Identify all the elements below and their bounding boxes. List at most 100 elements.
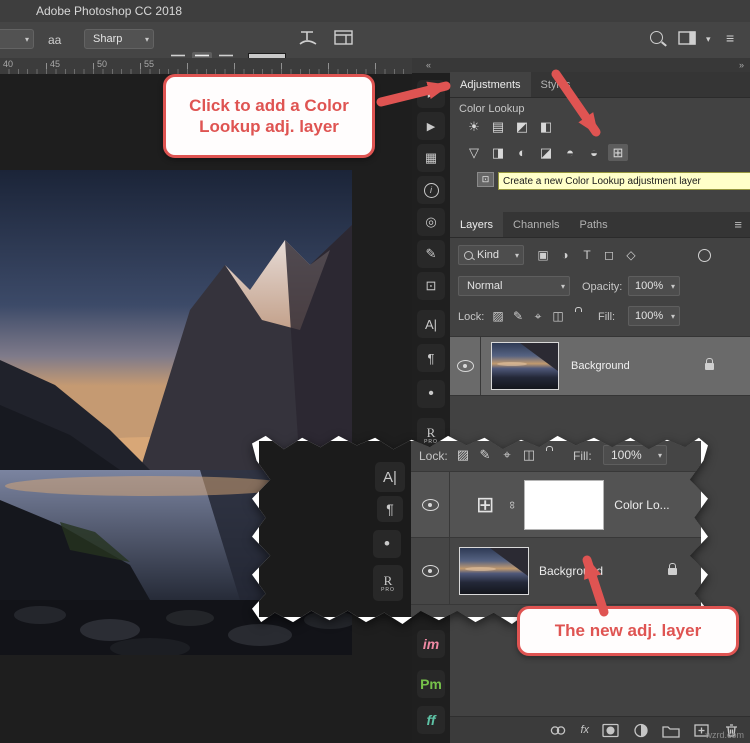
dock-ff-extension-button[interactable]: ff: [417, 706, 445, 734]
dock-character-button[interactable]: A|: [417, 310, 445, 338]
warp-text-button[interactable]: [298, 28, 318, 51]
toggle-panels-button[interactable]: [334, 30, 353, 49]
filter-smart-objects-icon[interactable]: ◇: [622, 246, 640, 264]
tab-paths[interactable]: Paths: [570, 212, 618, 237]
window-title: Adobe Photoshop CC 2018: [36, 4, 183, 18]
dock-clone-source-button[interactable]: ⊡: [417, 272, 445, 300]
lock-position-icon[interactable]: ⌖: [530, 308, 546, 324]
fill-field[interactable]: 100% ▾: [628, 306, 680, 326]
eye-icon[interactable]: [421, 499, 439, 511]
tab-layers[interactable]: Layers: [450, 212, 504, 237]
inset-layer-row-background[interactable]: Background: [411, 537, 701, 605]
layer-row-background[interactable]: Background: [450, 336, 750, 396]
search-icon[interactable]: [650, 31, 663, 44]
inset-lock-artboard-icon[interactable]: ◫: [521, 447, 537, 463]
exposure-icon[interactable]: ◧: [536, 118, 556, 135]
color-lookup-icon[interactable]: ⊞: [608, 144, 628, 161]
inset-lock-position-icon[interactable]: ⌖: [499, 447, 515, 463]
clone-source-icon: ⊡: [425, 278, 437, 293]
black-white-icon[interactable]: ◪: [536, 144, 556, 161]
options-menu-icon[interactable]: ≡: [726, 30, 734, 46]
mask-link-icon[interactable]: ∞: [506, 501, 518, 509]
lock-transparent-pixels-icon[interactable]: ▨: [490, 308, 506, 324]
dock-brush-settings-button[interactable]: ✎: [417, 240, 445, 268]
dock-info-button[interactable]: i: [417, 176, 445, 204]
filter-adjustment-layers-icon[interactable]: ◑: [556, 246, 574, 264]
inset-paragraph-icon[interactable]: ¶: [377, 496, 403, 522]
anti-alias-dropdown[interactable]: Sharp ▾: [84, 29, 154, 49]
callout-top-text: Click to add a Color Lookup adj. layer: [189, 95, 349, 136]
dock-properties-button[interactable]: ◎: [417, 208, 445, 236]
inset-paragraph-styles-icon[interactable]: •: [373, 530, 401, 558]
chevron-down-icon[interactable]: ▾: [706, 34, 711, 45]
levels-icon[interactable]: ▤: [488, 118, 508, 135]
lock-image-pixels-icon[interactable]: ✎: [510, 308, 526, 324]
filter-shape-layers-icon[interactable]: ◻: [600, 246, 618, 264]
inset-layer-row-color-lookup[interactable]: ⊞ ∞ Color Lo...: [411, 471, 701, 538]
dock-pm-extension-button[interactable]: Pm: [417, 670, 445, 698]
dock-paragraph-styles-button[interactable]: •: [417, 380, 445, 408]
opacity-value: 100%: [635, 280, 664, 292]
eye-icon[interactable]: [456, 360, 474, 372]
inset-lock-paint-icon[interactable]: ✎: [477, 447, 493, 463]
layer-style-fx-icon[interactable]: fx: [580, 724, 589, 736]
dock-paragraph-button[interactable]: ¶: [417, 344, 445, 372]
opacity-field[interactable]: 100% ▾: [628, 276, 680, 296]
horizontal-ruler[interactable]: 40 45 50 55: [0, 58, 412, 75]
layer-mask-thumbnail[interactable]: [524, 480, 605, 530]
history-icon: ▸: [427, 86, 435, 101]
new-adjustment-layer-icon[interactable]: [633, 723, 649, 738]
dock-history-button[interactable]: ▸: [417, 80, 445, 108]
tool-preset-dropdown[interactable]: ▾: [0, 29, 34, 49]
color-lookup-layer-icon: ⊞: [476, 492, 495, 517]
inset-r-pro-icon[interactable]: R PRO: [373, 565, 403, 601]
callout-bottom-text: The new adj. layer: [554, 621, 702, 641]
callout-new-adj-layer: The new adj. layer: [517, 606, 739, 656]
ruler-tick-label: 45: [50, 59, 61, 69]
tab-adjustments[interactable]: Adjustments: [450, 72, 531, 97]
inset-lock-transparent-icon[interactable]: ▨: [455, 447, 471, 463]
collapse-panels-icon[interactable]: »: [739, 60, 744, 70]
inset-fill-field[interactable]: 100% ▾: [603, 445, 667, 465]
watermark: wzrd.com: [705, 730, 744, 740]
brightness-contrast-icon[interactable]: ☀: [464, 118, 484, 135]
panel-dock-strip: ▸ ▶ ▦ i ◎ ✎ ⊡ A| ¶ • R PRO im Pm ff: [412, 73, 450, 743]
chevron-down-icon: ▾: [670, 311, 675, 321]
inset-character-icon[interactable]: A|: [375, 462, 405, 492]
link-layers-icon[interactable]: [549, 723, 567, 738]
inset-layer-thumbnail[interactable]: [459, 547, 529, 595]
inset-content: A| ¶ • R PRO Lock: ▨ ✎ ⌖ ◫ Fill: 100% ▾ …: [259, 441, 701, 617]
dock-actions-button[interactable]: ▶: [417, 112, 445, 140]
new-group-folder-icon[interactable]: [662, 723, 680, 738]
blend-mode-value: Normal: [467, 280, 503, 292]
add-layer-mask-icon[interactable]: [602, 723, 620, 738]
filter-pixel-layers-icon[interactable]: ▣: [534, 246, 552, 264]
photo-filter-icon[interactable]: ◓: [560, 144, 580, 161]
layer-filter-kind-dropdown[interactable]: Kind ▾: [458, 245, 524, 265]
tab-styles[interactable]: Styles: [531, 72, 581, 97]
curves-icon[interactable]: ◩: [512, 118, 532, 135]
adjustments-tabbar: Adjustments Styles: [450, 72, 750, 98]
filter-type-layers-icon[interactable]: T: [578, 246, 596, 264]
blend-mode-dropdown[interactable]: Normal ▾: [458, 276, 570, 296]
color-balance-icon[interactable]: ◐: [512, 144, 532, 161]
adjustments-panel: Adjustments Styles Color Lookup ☀ ▤ ◩ ◧ …: [450, 72, 750, 212]
expand-dock-icon[interactable]: «: [426, 60, 431, 70]
color-lookup-tooltip: Create a new Color Lookup adjustment lay…: [498, 172, 750, 190]
lock-artboard-icon[interactable]: ◫: [550, 308, 566, 324]
photoshop-window: Adobe Photoshop CC 2018 ▾ aa Sharp ▾ ▾ ≡…: [0, 0, 750, 743]
workspace-button[interactable]: [678, 31, 696, 49]
layer-thumbnail[interactable]: [491, 342, 559, 390]
window-titlebar: Adobe Photoshop CC 2018: [0, 0, 750, 23]
layer-filter-toggle[interactable]: [698, 249, 711, 262]
vibrance-icon[interactable]: ▽: [464, 144, 484, 161]
panel-menu-icon[interactable]: ≡: [734, 217, 742, 232]
eye-icon[interactable]: [421, 565, 439, 577]
opacity-label: Opacity:: [582, 281, 623, 293]
tab-channels[interactable]: Channels: [503, 212, 569, 237]
hue-saturation-icon[interactable]: ◨: [488, 144, 508, 161]
channel-mixer-icon[interactable]: ◒: [584, 144, 604, 161]
canvas-area[interactable]: [0, 74, 412, 743]
dock-im-extension-button[interactable]: im: [417, 630, 445, 658]
dock-tool-presets-button[interactable]: ▦: [417, 144, 445, 172]
